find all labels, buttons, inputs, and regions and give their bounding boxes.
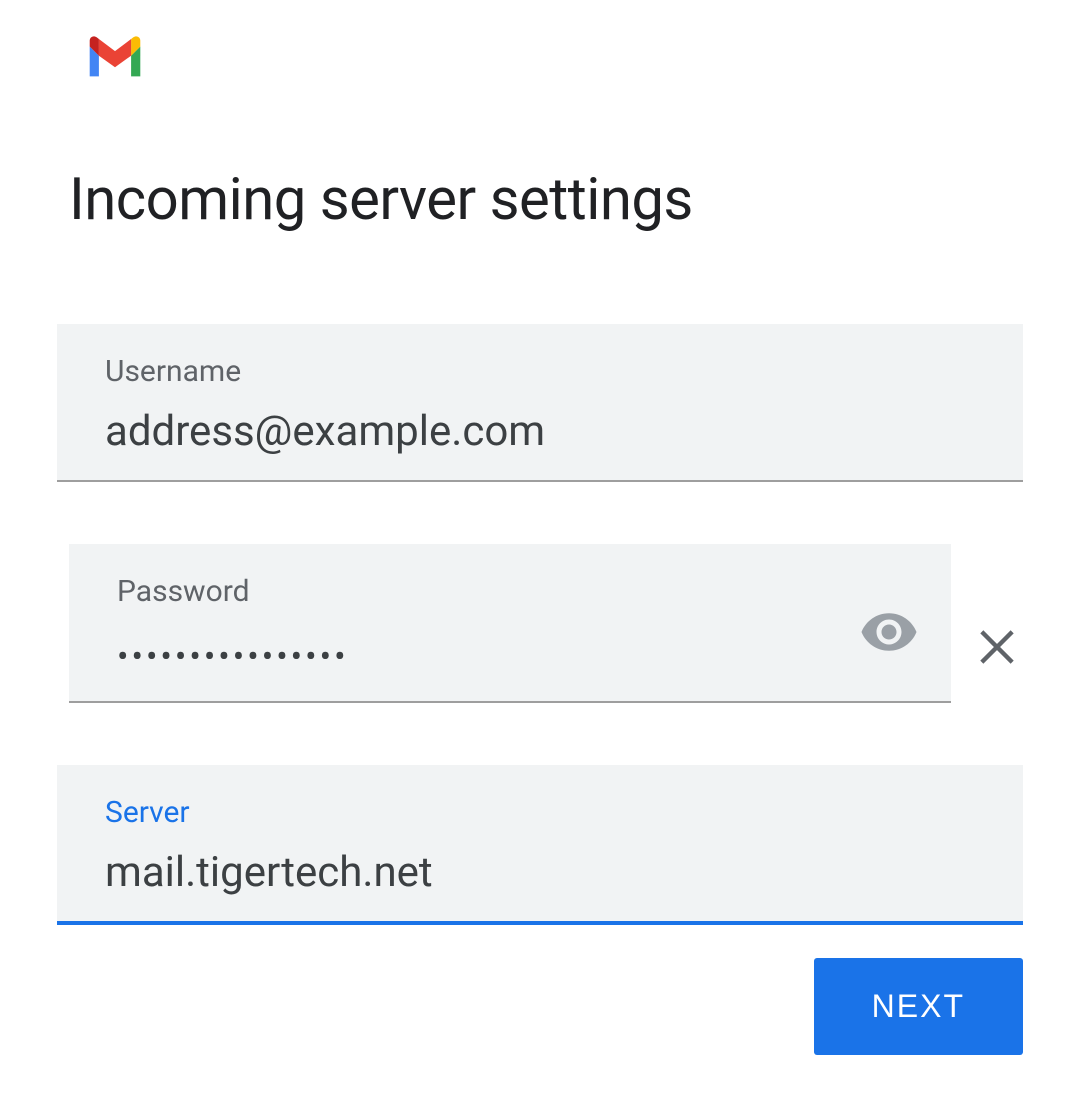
- password-label: Password: [117, 574, 903, 609]
- password-field[interactable]: Password ••••••••••••••••: [69, 544, 951, 703]
- server-value: mail.tigertech.net: [105, 848, 975, 897]
- server-label: Server: [105, 795, 975, 830]
- page-title: Incoming server settings: [69, 166, 1023, 234]
- gmail-logo-icon: [85, 35, 145, 81]
- visibility-toggle-icon[interactable]: [859, 602, 919, 662]
- next-button[interactable]: NEXT: [814, 958, 1023, 1055]
- username-field[interactable]: Username address@example.com: [57, 324, 1023, 482]
- username-label: Username: [105, 354, 975, 389]
- clear-password-icon[interactable]: [971, 621, 1023, 673]
- server-field[interactable]: Server mail.tigertech.net: [57, 765, 1023, 925]
- username-value: address@example.com: [105, 407, 975, 456]
- password-value: ••••••••••••••••: [117, 627, 903, 677]
